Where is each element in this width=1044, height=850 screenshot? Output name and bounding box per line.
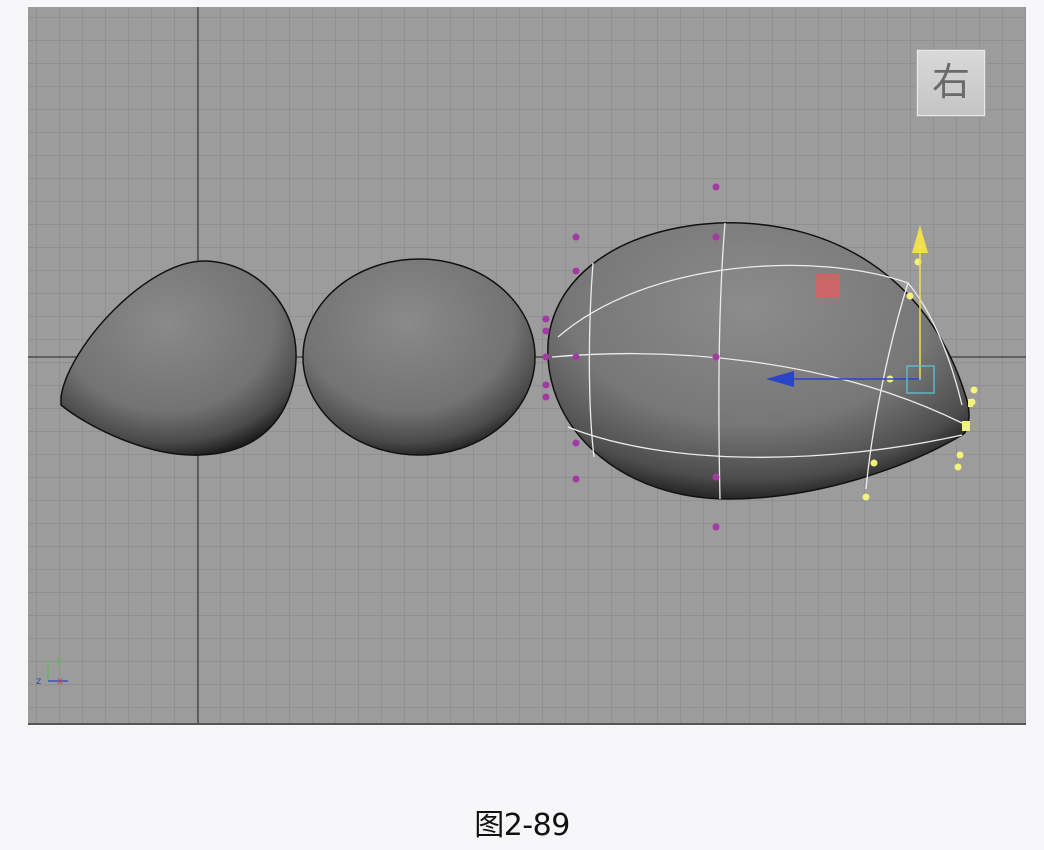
axis-label-z: z xyxy=(36,676,41,687)
3d-viewport-right[interactable]: 右 y z x xyxy=(28,7,1026,725)
ant-thorax-mesh[interactable] xyxy=(302,258,536,456)
view-cube-label[interactable]: 右 xyxy=(916,49,986,117)
viewport-scene[interactable] xyxy=(28,7,1026,723)
axis-orientation-indicator: y z x xyxy=(36,655,68,687)
manipulator-plane-handle[interactable] xyxy=(816,274,840,298)
axis-label-y: y xyxy=(56,655,62,666)
axis-label-x: x xyxy=(57,676,63,687)
figure-caption: 图2-89 xyxy=(474,808,570,843)
